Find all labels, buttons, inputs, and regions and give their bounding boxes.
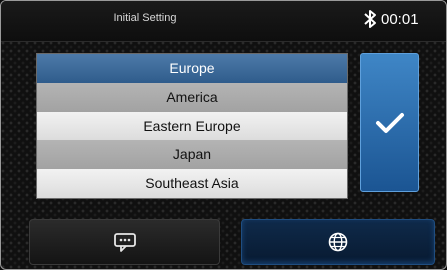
globe-icon: [328, 232, 348, 252]
region-item-america[interactable]: America: [37, 82, 347, 112]
message-button[interactable]: [29, 219, 220, 265]
region-item-southeast-asia[interactable]: Southeast Asia: [37, 169, 347, 198]
screen: Initial Setting 00:01 Europe America Eas…: [0, 0, 447, 270]
region-item-eastern-europe[interactable]: Eastern Europe: [37, 111, 347, 141]
region-globe-button[interactable]: [241, 219, 435, 265]
region-item-japan[interactable]: Japan: [37, 140, 347, 170]
page-title: Initial Setting: [113, 12, 177, 24]
checkmark-icon: [375, 112, 404, 133]
region-item-europe[interactable]: Europe: [37, 54, 347, 83]
confirm-button[interactable]: [360, 53, 419, 192]
region-list: Europe America Eastern Europe Japan Sout…: [36, 53, 348, 199]
header-bar: Initial Setting 00:01: [1, 1, 446, 42]
message-bubble-icon: [113, 233, 136, 252]
bluetooth-icon: [364, 10, 376, 28]
clock: 00:01: [381, 11, 419, 28]
